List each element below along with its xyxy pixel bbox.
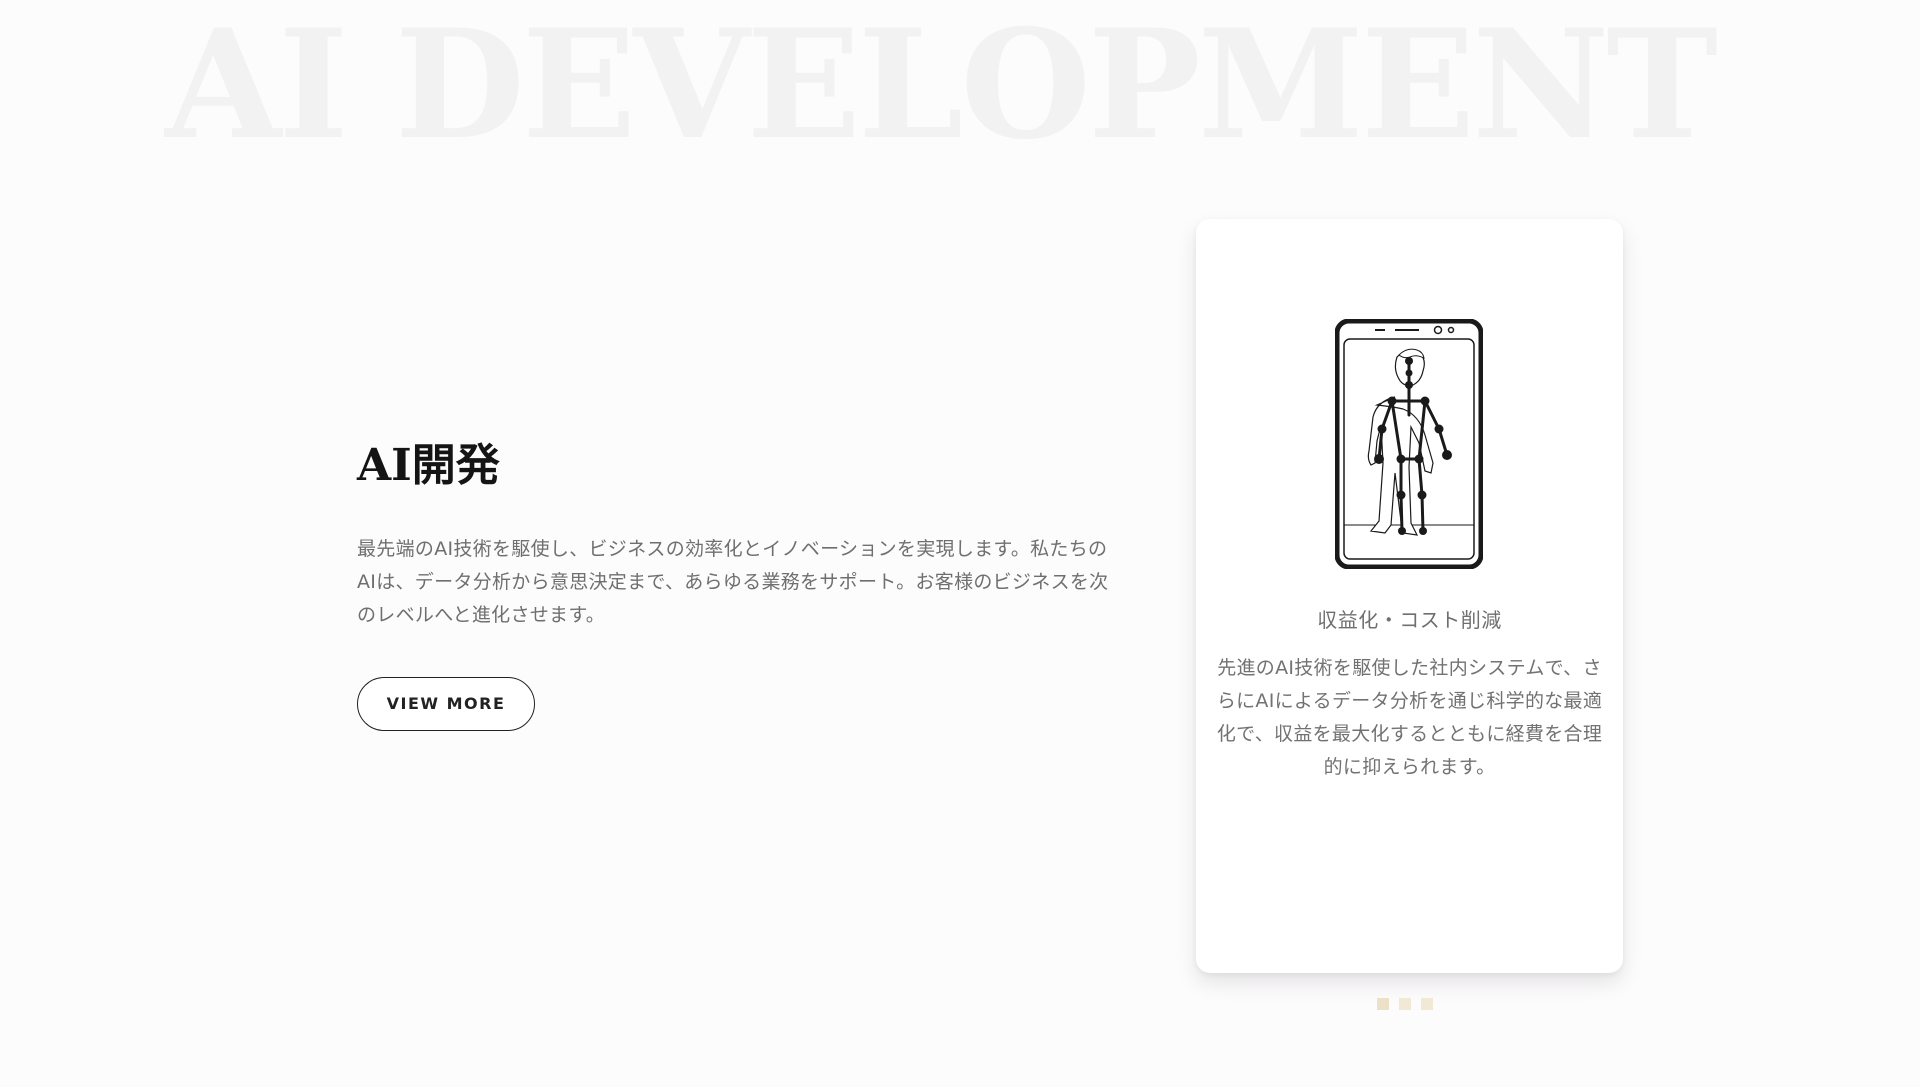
section-description: 最先端のAI技術を駆使し、ビジネスの効率化とイノベーションを実現します。私たちの…	[357, 537, 1109, 626]
background-title: AI DEVELOPMENT	[165, 0, 1718, 173]
section-heading: AI開発	[357, 440, 500, 491]
card-title: 収益化・コスト削減	[1317, 608, 1502, 632]
card-description: 先進のAI技術を駆使した社内システムで、さらにAIによるデータ分析を通じ科学的な…	[1216, 657, 1603, 778]
ai-development-section: AI開発 最先端のAI技術を駆使し、ビジネスの効率化とイノベーションを実現します…	[357, 440, 1117, 731]
smartphone-pose-estimation-icon	[1335, 319, 1483, 569]
feature-card: 収益化・コスト削減 先進のAI技術を駆使した社内システムで、さらにAIによるデー…	[1196, 219, 1623, 973]
carousel-pagination	[1377, 998, 1433, 1010]
carousel-dot-2[interactable]	[1399, 998, 1411, 1010]
carousel-dot-1[interactable]	[1377, 998, 1389, 1010]
view-more-button[interactable]: VIEW MORE	[357, 676, 535, 731]
carousel-dot-3[interactable]	[1421, 998, 1433, 1010]
